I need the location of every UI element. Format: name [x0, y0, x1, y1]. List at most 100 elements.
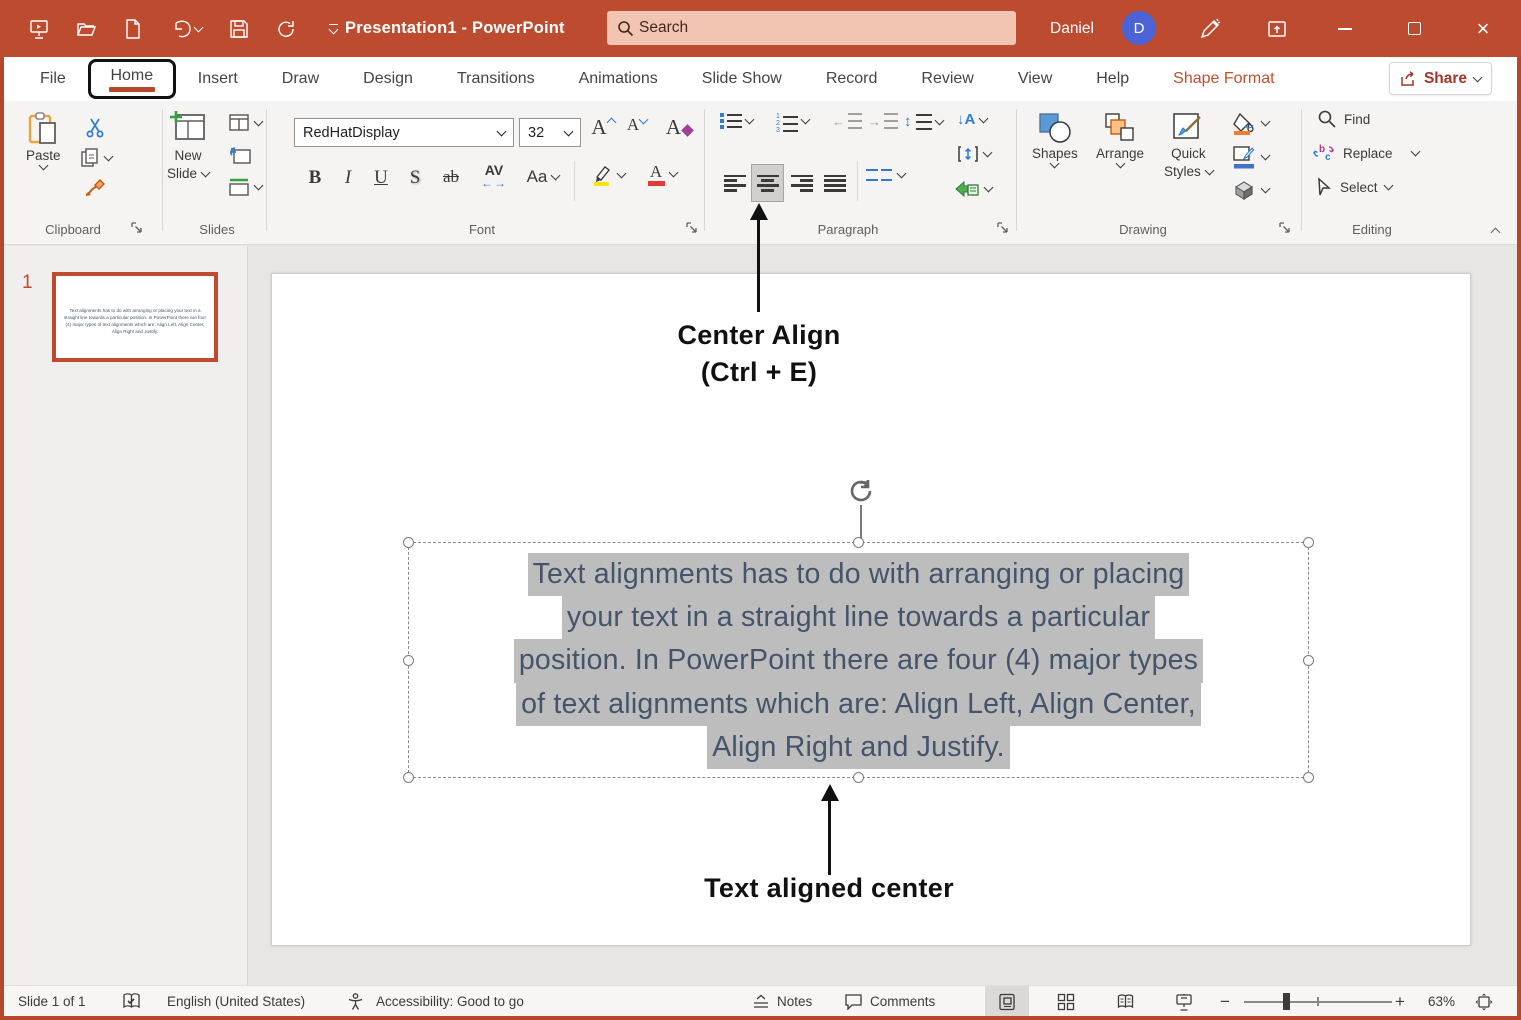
resize-handle-n[interactable]	[853, 537, 864, 548]
text-direction-button[interactable]: ↓A	[957, 111, 987, 128]
zoom-level[interactable]: 63%	[1428, 986, 1455, 1017]
tab-file[interactable]: File	[18, 57, 88, 101]
avatar[interactable]: D	[1122, 11, 1156, 45]
clipboard-dialog-launcher-icon[interactable]	[130, 221, 146, 237]
comments-button[interactable]: Comments	[844, 986, 935, 1017]
feedback-pen-icon[interactable]	[1187, 0, 1233, 57]
tab-shape-format[interactable]: Shape Format	[1151, 57, 1296, 101]
shapes-button[interactable]: Shapes	[1032, 111, 1078, 167]
replace-button[interactable]: bc Replace	[1312, 143, 1419, 163]
font-color-button[interactable]: A	[638, 163, 686, 186]
format-painter-icon[interactable]	[80, 175, 110, 201]
font-size-combo[interactable]: 32	[519, 118, 581, 147]
rotate-handle-icon[interactable]	[846, 476, 876, 506]
zoom-in-button[interactable]: +	[1395, 986, 1405, 1017]
arrange-button[interactable]: Arrange	[1096, 111, 1144, 167]
slide-show-view-button[interactable]	[1162, 986, 1206, 1017]
justify-button[interactable]	[820, 165, 850, 201]
grow-font-button[interactable]: A	[587, 115, 619, 140]
align-text-button[interactable]	[957, 145, 991, 163]
undo-icon[interactable]	[167, 16, 205, 42]
accessibility-icon[interactable]	[346, 986, 365, 1017]
redo-icon[interactable]	[273, 16, 299, 42]
resize-handle-nw[interactable]	[403, 537, 414, 548]
new-file-icon[interactable]	[120, 16, 146, 42]
columns-button[interactable]	[866, 169, 905, 181]
maximize-button[interactable]	[1391, 0, 1437, 57]
slide-sorter-view-button[interactable]	[1044, 986, 1088, 1017]
cut-icon[interactable]	[80, 115, 110, 141]
resize-handle-se[interactable]	[1303, 772, 1314, 783]
language-status[interactable]: English (United States)	[167, 986, 305, 1017]
open-icon[interactable]	[73, 16, 99, 42]
tab-help[interactable]: Help	[1074, 57, 1151, 101]
paste-button[interactable]: Paste	[26, 111, 61, 169]
font-dialog-launcher-icon[interactable]	[685, 221, 701, 237]
font-name-combo[interactable]: RedHatDisplay	[294, 118, 514, 147]
slide-layout-icon[interactable]	[222, 113, 268, 133]
tab-transitions[interactable]: Transitions	[435, 57, 557, 101]
spell-check-icon[interactable]	[122, 986, 141, 1017]
smartart-convert-button[interactable]	[954, 179, 992, 199]
new-slide-button[interactable]: New Slide	[167, 109, 209, 183]
ribbon-display-options-icon[interactable]	[1254, 0, 1300, 57]
resize-handle-e[interactable]	[1303, 655, 1314, 666]
strikethrough-button[interactable]: ab	[435, 167, 467, 187]
tab-view[interactable]: View	[996, 57, 1074, 101]
bold-button[interactable]: B	[301, 167, 329, 189]
clear-formatting-button[interactable]: A	[662, 115, 696, 140]
search-input[interactable]: Search	[607, 11, 1016, 45]
tab-slide-show[interactable]: Slide Show	[680, 57, 804, 101]
character-spacing-button[interactable]: AV ←→	[471, 163, 517, 189]
slide-thumbnail[interactable]: Text alignments has to do with arranging…	[52, 272, 218, 362]
align-center-button[interactable]	[751, 164, 784, 202]
tab-home[interactable]: Home	[88, 59, 176, 99]
paragraph-dialog-launcher-icon[interactable]	[996, 221, 1012, 237]
start-slideshow-icon[interactable]	[26, 16, 52, 42]
zoom-slider-thumb[interactable]	[1283, 993, 1290, 1010]
align-right-button[interactable]	[787, 165, 817, 201]
numbering-button[interactable]: 123	[776, 113, 809, 129]
customize-qat-icon[interactable]	[320, 16, 346, 42]
increase-indent-icon[interactable]: →	[868, 113, 898, 129]
resize-handle-sw[interactable]	[403, 772, 414, 783]
close-button[interactable]: ×	[1460, 0, 1506, 57]
notes-button[interactable]: Notes	[752, 986, 812, 1017]
tab-draw[interactable]: Draw	[260, 57, 341, 101]
drawing-dialog-launcher-icon[interactable]	[1278, 221, 1294, 237]
shape-outline-button[interactable]	[1232, 145, 1269, 169]
shape-effects-button[interactable]	[1232, 179, 1269, 201]
shape-fill-button[interactable]	[1232, 111, 1269, 135]
italic-button[interactable]: I	[334, 167, 362, 189]
underline-button[interactable]: U	[367, 167, 395, 189]
find-button[interactable]: Find	[1317, 109, 1370, 129]
tab-record[interactable]: Record	[804, 57, 900, 101]
save-icon[interactable]	[226, 16, 252, 42]
text-shadow-button[interactable]: S	[401, 167, 429, 189]
normal-view-button[interactable]	[985, 986, 1029, 1017]
fit-to-window-icon[interactable]	[1474, 986, 1494, 1017]
share-button[interactable]: Share	[1389, 62, 1492, 95]
text-highlight-button[interactable]	[584, 163, 632, 187]
user-name[interactable]: Daniel	[1050, 0, 1094, 57]
bullets-button[interactable]	[720, 113, 753, 129]
accessibility-status[interactable]: Accessibility: Good to go	[376, 986, 524, 1017]
copy-icon[interactable]	[74, 145, 118, 171]
align-left-button[interactable]	[720, 165, 750, 201]
minimize-button[interactable]	[1322, 0, 1368, 57]
quick-styles-button[interactable]: Quick Styles	[1164, 111, 1213, 181]
slide-indicator[interactable]: Slide 1 of 1	[18, 986, 86, 1017]
resize-handle-w[interactable]	[403, 655, 414, 666]
resize-handle-ne[interactable]	[1303, 537, 1314, 548]
tab-design[interactable]: Design	[341, 57, 435, 101]
reset-slide-icon[interactable]	[225, 145, 255, 167]
select-button[interactable]: Select	[1315, 177, 1392, 197]
change-case-button[interactable]: Aa	[520, 167, 566, 187]
tab-insert[interactable]: Insert	[176, 57, 260, 101]
decrease-indent-icon[interactable]: ←	[832, 113, 862, 129]
zoom-out-button[interactable]: −	[1220, 986, 1230, 1017]
section-icon[interactable]	[222, 177, 268, 197]
shrink-font-button[interactable]: A	[622, 115, 652, 135]
reading-view-button[interactable]	[1103, 986, 1147, 1017]
tab-animations[interactable]: Animations	[557, 57, 680, 101]
